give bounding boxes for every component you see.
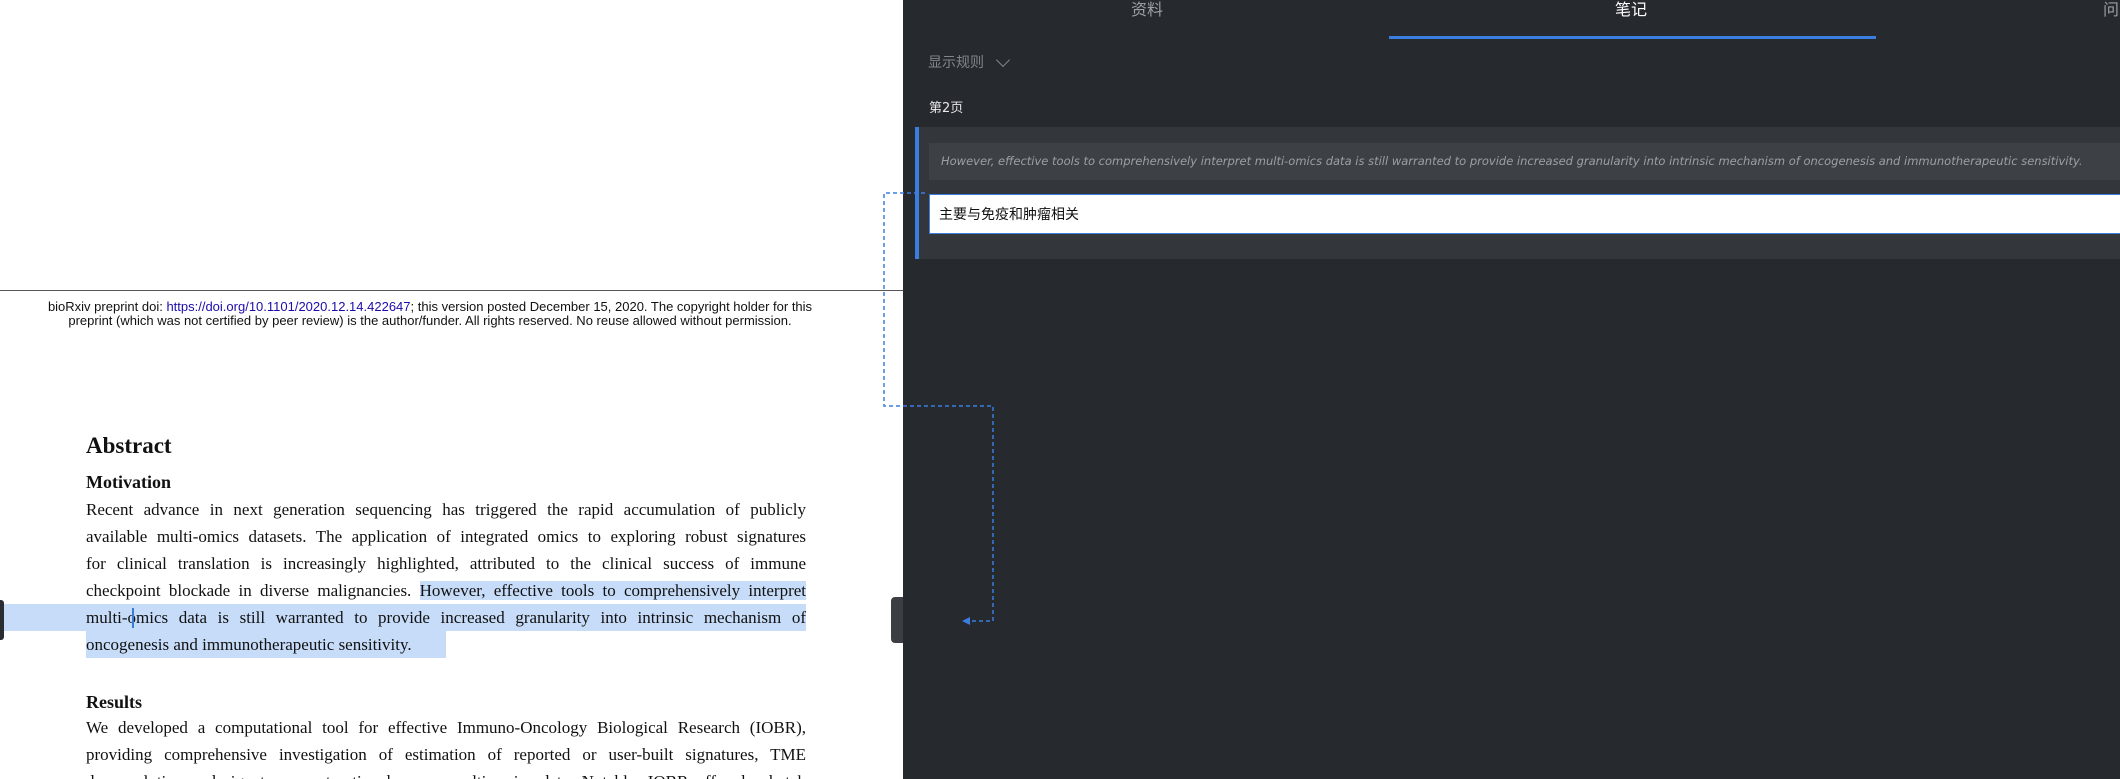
- header-suffix: ; this version posted December 15, 2020.…: [410, 299, 813, 314]
- quoted-excerpt: However, effective tools to comprehensiv…: [929, 143, 2120, 180]
- motivation-heading: Motivation: [86, 472, 171, 492]
- highlighted-text[interactable]: However, effective tools to comprehensiv…: [419, 581, 806, 600]
- text-line: We developed a computational tool for ef…: [86, 718, 806, 737]
- text-line: available multi-omics datasets. The appl…: [86, 527, 806, 546]
- display-rule-dropdown[interactable]: 显示规则: [928, 52, 1011, 72]
- text-line: multi-omics data is still warranted to p…: [86, 604, 806, 631]
- text-line: deconvolution and signature construction…: [86, 768, 806, 779]
- header-prefix: bioRxiv preprint doi:: [47, 299, 167, 314]
- tab-notes[interactable]: 笔记: [1615, 0, 1647, 20]
- doi-link[interactable]: https://doi.org/10.1101/2020.12.14.42264…: [166, 299, 410, 314]
- page-separator: [0, 290, 903, 291]
- left-drag-handle[interactable]: [0, 600, 4, 640]
- tab-materials[interactable]: 资料: [1131, 0, 1163, 20]
- header-line-2: preprint (which was not certified by pee…: [68, 313, 792, 328]
- highlighted-text[interactable]: oncogenesis and immunotherapeutic sensit…: [86, 635, 412, 654]
- panel-tabs: 资料 笔记 问: [903, 0, 2120, 40]
- chevron-down-icon: [995, 52, 1011, 67]
- active-tab-indicator: [1389, 36, 1876, 39]
- pdf-viewer[interactable]: bioRxiv preprint doi: https://doi.org/10…: [0, 0, 903, 779]
- text-line: for clinical translation is increasingly…: [86, 554, 806, 573]
- pane-resize-handle[interactable]: [891, 597, 903, 643]
- display-rule-label: 显示规则: [928, 55, 984, 71]
- page-label: 第2页: [929, 101, 964, 116]
- preprint-header: bioRxiv preprint doi: https://doi.org/10…: [0, 300, 860, 328]
- text-line: Recent advance in next generation sequen…: [86, 500, 806, 519]
- text-line: providing comprehensive investigation of…: [86, 745, 806, 764]
- tab-questions[interactable]: 问: [2103, 0, 2119, 20]
- note-card[interactable]: However, effective tools to comprehensiv…: [915, 127, 2120, 259]
- text-line: checkpoint blockade in diverse malignanc…: [86, 577, 806, 604]
- plain-text: checkpoint blockade in diverse malignanc…: [86, 581, 420, 600]
- abstract-title: Abstract: [86, 433, 172, 458]
- note-input[interactable]: [929, 194, 2120, 234]
- text-line: oncogenesis and immunotherapeutic sensit…: [86, 631, 806, 658]
- highlighted-text[interactable]: multi-omics data is still warranted to p…: [86, 608, 806, 627]
- text-cursor: [132, 608, 134, 628]
- results-heading: Results: [86, 692, 143, 712]
- notes-panel: 资料 笔记 问 显示规则 第2页 However, effective tool…: [903, 0, 2120, 779]
